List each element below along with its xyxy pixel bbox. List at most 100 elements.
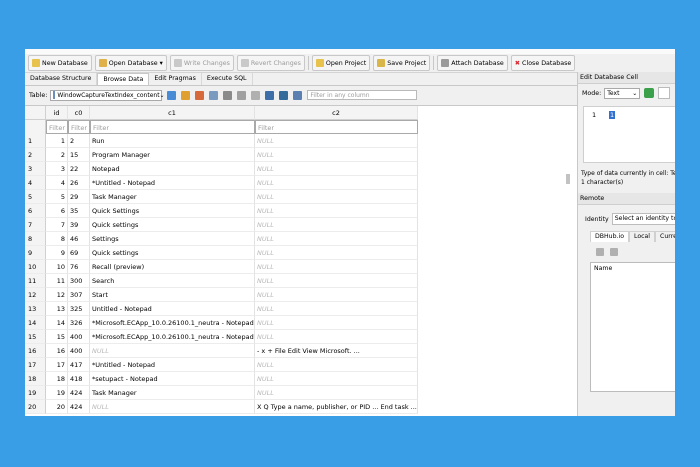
- cell-c1[interactable]: *Microsoft.ECApp_10.0.26100.1_neutra - N…: [90, 330, 255, 344]
- new-database-button[interactable]: New Database: [28, 55, 92, 71]
- filter-input-c1[interactable]: Filter: [90, 120, 255, 134]
- row-number[interactable]: 8: [25, 232, 46, 246]
- row-number[interactable]: 4: [25, 176, 46, 190]
- column-header-c1[interactable]: c1: [90, 106, 255, 120]
- cell-c0[interactable]: 418: [68, 372, 90, 386]
- row-number[interactable]: 12: [25, 288, 46, 302]
- cell-c2[interactable]: NULL: [255, 386, 418, 400]
- tab-dbhub[interactable]: DBHub.io: [590, 231, 629, 242]
- cell-c1[interactable]: *setupact - Notepad: [90, 372, 255, 386]
- cell-c0[interactable]: 15: [68, 148, 90, 162]
- cell-c1[interactable]: Notepad: [90, 162, 255, 176]
- row-number[interactable]: 5: [25, 190, 46, 204]
- remote-list[interactable]: Name: [590, 262, 675, 392]
- cell-c2[interactable]: NULL: [255, 190, 418, 204]
- row-number[interactable]: 11: [25, 274, 46, 288]
- cell-c2[interactable]: NULL: [255, 204, 418, 218]
- cell-c2[interactable]: NULL: [255, 162, 418, 176]
- clone-icon[interactable]: [610, 248, 618, 256]
- text-style-icon[interactable]: [293, 90, 303, 100]
- column-header-id[interactable]: id: [46, 106, 68, 120]
- filter-any-column-input[interactable]: Filter in any column: [307, 90, 418, 100]
- cell-c0[interactable]: 46: [68, 232, 90, 246]
- cell-c2[interactable]: NULL: [255, 302, 418, 316]
- vertical-scrollbar[interactable]: [565, 172, 571, 416]
- cell-id[interactable]: 10: [46, 260, 68, 274]
- row-number[interactable]: 18: [25, 372, 46, 386]
- attach-database-button[interactable]: Attach Database: [437, 55, 508, 71]
- cell-id[interactable]: 13: [46, 302, 68, 316]
- cell-c1[interactable]: NULL: [90, 344, 255, 358]
- cell-id[interactable]: 2: [46, 148, 68, 162]
- cell-id[interactable]: 17: [46, 358, 68, 372]
- cell-c1[interactable]: *Untitled - Notepad: [90, 176, 255, 190]
- cell-c1[interactable]: Run: [90, 134, 255, 148]
- cell-c1[interactable]: Program Manager: [90, 148, 255, 162]
- import-icon[interactable]: [658, 87, 671, 99]
- cell-c2[interactable]: NULL: [255, 176, 418, 190]
- row-number[interactable]: 17: [25, 358, 46, 372]
- cell-id[interactable]: 3: [46, 162, 68, 176]
- cell-id[interactable]: 9: [46, 246, 68, 260]
- table-row[interactable]: 9 9 69 Quick settings NULL: [25, 246, 577, 260]
- table-row[interactable]: 8 8 46 Settings NULL: [25, 232, 577, 246]
- cell-c0[interactable]: 424: [68, 400, 90, 414]
- tab-current[interactable]: Curren: [655, 231, 675, 242]
- table-row[interactable]: 3 3 22 Notepad NULL: [25, 162, 577, 176]
- cell-c0[interactable]: 307: [68, 288, 90, 302]
- open-project-button[interactable]: Open Project: [311, 55, 371, 71]
- cell-c2[interactable]: NULL: [255, 232, 418, 246]
- cell-c1[interactable]: Quick settings: [90, 246, 255, 260]
- row-number[interactable]: 15: [25, 330, 46, 344]
- cell-c1[interactable]: Untitled - Notepad: [90, 302, 255, 316]
- refresh-icon[interactable]: [167, 90, 177, 100]
- table-row[interactable]: 5 5 29 Task Manager NULL: [25, 190, 577, 204]
- filter-input-c0[interactable]: Filter: [68, 120, 90, 134]
- cell-c0[interactable]: 76: [68, 260, 90, 274]
- cell-c0[interactable]: 417: [68, 358, 90, 372]
- insert-record-icon[interactable]: [223, 90, 233, 100]
- tab-database-structure[interactable]: Database Structure: [25, 73, 98, 85]
- table-row[interactable]: 2 2 15 Program Manager NULL: [25, 148, 577, 162]
- cell-c2[interactable]: NULL: [255, 148, 418, 162]
- cell-c2[interactable]: NULL: [255, 358, 418, 372]
- filter-input-id[interactable]: Filter: [46, 120, 68, 134]
- mode-select[interactable]: Text ⌄: [604, 87, 641, 99]
- table-row[interactable]: 7 7 39 Quick settings NULL: [25, 218, 577, 232]
- cell-c1[interactable]: Search: [90, 274, 255, 288]
- tab-execute-sql[interactable]: Execute SQL: [202, 73, 253, 85]
- row-number[interactable]: 19: [25, 386, 46, 400]
- table-row[interactable]: 12 12 307 Start NULL: [25, 288, 577, 302]
- cell-id[interactable]: 14: [46, 316, 68, 330]
- cell-id[interactable]: 16: [46, 344, 68, 358]
- row-number[interactable]: 9: [25, 246, 46, 260]
- row-number[interactable]: 13: [25, 302, 46, 316]
- write-changes-button[interactable]: Write Changes: [169, 55, 234, 71]
- open-database-button[interactable]: Open Database ▾: [94, 55, 167, 71]
- cell-c1[interactable]: Task Manager: [90, 190, 255, 204]
- cell-c0[interactable]: 325: [68, 302, 90, 316]
- cell-c2[interactable]: NULL: [255, 274, 418, 288]
- cell-c0[interactable]: 400: [68, 330, 90, 344]
- row-number[interactable]: 7: [25, 218, 46, 232]
- row-number[interactable]: 1: [25, 134, 46, 148]
- cell-c2[interactable]: X Q Type a name, publisher, or PID ... E…: [255, 400, 418, 414]
- refresh-icon[interactable]: [596, 248, 604, 256]
- cell-editor[interactable]: 1 1: [583, 106, 675, 163]
- cell-c2[interactable]: - x + File Edit View Microsoft. ...: [255, 344, 418, 358]
- table-row[interactable]: 20 20 424 NULL X Q Type a name, publisher, o…: [25, 400, 577, 414]
- cell-id[interactable]: 7: [46, 218, 68, 232]
- editor-cell-value[interactable]: 1: [609, 111, 616, 119]
- cell-c0[interactable]: 326: [68, 316, 90, 330]
- font-color-icon[interactable]: [265, 90, 275, 100]
- cell-id[interactable]: 4: [46, 176, 68, 190]
- row-number[interactable]: 2: [25, 148, 46, 162]
- tab-local[interactable]: Local: [628, 231, 656, 242]
- cell-c1[interactable]: Task Manager: [90, 386, 255, 400]
- cell-id[interactable]: 12: [46, 288, 68, 302]
- revert-changes-button[interactable]: Revert Changes: [236, 55, 305, 71]
- cell-id[interactable]: 1: [46, 134, 68, 148]
- scrollbar-thumb[interactable]: [566, 174, 570, 184]
- cell-c1[interactable]: Quick settings: [90, 218, 255, 232]
- table-row[interactable]: 6 6 35 Quick Settings NULL: [25, 204, 577, 218]
